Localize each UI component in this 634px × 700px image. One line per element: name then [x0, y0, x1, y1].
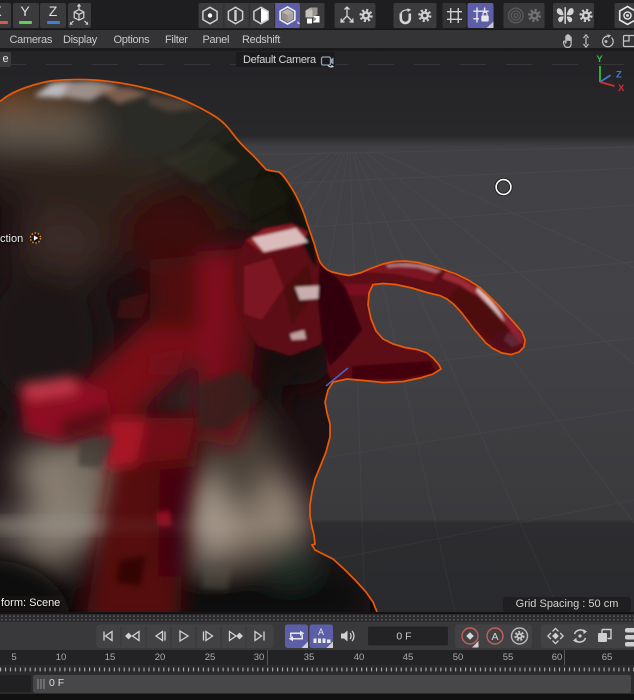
svg-text:X: X [618, 83, 625, 94]
svg-text:Z: Z [616, 70, 622, 81]
svg-text:0 F: 0 F [396, 631, 411, 643]
svg-text:A: A [318, 627, 324, 637]
svg-text:A: A [491, 631, 498, 643]
svg-text:Y: Y [596, 54, 603, 65]
